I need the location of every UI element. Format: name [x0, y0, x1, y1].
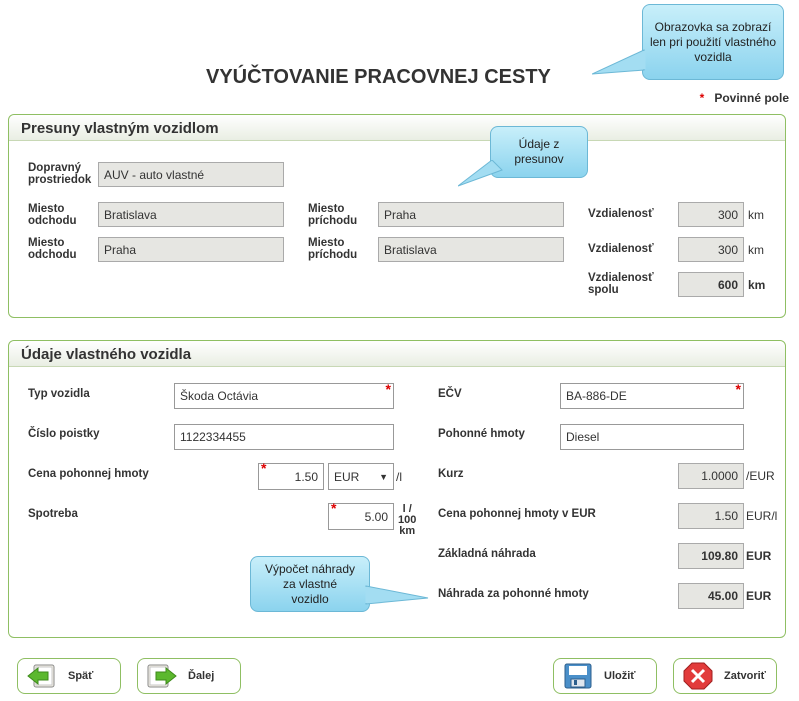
- base-comp-label: Základná náhrada: [438, 548, 536, 560]
- base-comp-field: 109.80: [678, 543, 744, 569]
- fuel-price-eur-unit: EUR/l: [746, 509, 778, 523]
- required-star: *: [331, 500, 337, 516]
- back-arrow-book-icon: [27, 664, 55, 688]
- consumption-label: Spotreba: [28, 508, 78, 520]
- rate-field: 1.0000: [678, 463, 744, 489]
- close-button[interactable]: Zatvoriť: [673, 658, 777, 694]
- screen-note-callout: Obrazovka sa zobrazí len pri použití vla…: [642, 4, 784, 80]
- save-floppy-icon: [564, 663, 592, 689]
- distance-unit-1: km: [748, 208, 764, 222]
- consumption-input[interactable]: * 5.00: [328, 500, 394, 530]
- required-legend: * Povinné pole: [700, 91, 789, 105]
- calc-note-callout-tail: [365, 585, 429, 605]
- fuel-input[interactable]: Diesel: [560, 424, 744, 450]
- distance-total-unit: km: [748, 278, 766, 292]
- base-comp-unit: EUR: [746, 549, 772, 563]
- distance-label-1: Vzdialenosť: [588, 208, 654, 220]
- plate-label: EČV: [438, 388, 462, 400]
- rate-label: Kurz: [438, 468, 464, 480]
- close-x-icon: [683, 662, 713, 690]
- fuel-comp-field: 45.00: [678, 583, 744, 609]
- fuel-price-label: Cena pohonnej hmoty: [28, 468, 149, 480]
- vehicle-panel-title: Údaje vlastného vozidla: [21, 346, 192, 363]
- consumption-unit: l / 100 km: [398, 503, 417, 537]
- arrival-label-2: Miesto príchodu: [308, 237, 358, 261]
- arrival-field-2[interactable]: Bratislava: [378, 237, 564, 262]
- currency-select[interactable]: EUR ▼: [328, 463, 394, 490]
- dropdown-arrow-icon: ▼: [379, 471, 388, 482]
- fuel-price-eur-field: 1.50: [678, 503, 744, 529]
- plate-input[interactable]: BA-886-DE *: [560, 381, 744, 409]
- rate-unit: /EUR: [746, 469, 775, 483]
- vehicle-type-label: Typ vozidla: [28, 388, 90, 400]
- fuel-comp-unit: EUR: [746, 589, 772, 603]
- departure-label-2: Miesto odchodu: [28, 237, 77, 261]
- vehicle-type-input[interactable]: Škoda Octávia *: [174, 381, 394, 409]
- distance-total-field: 600: [678, 272, 744, 297]
- calc-note-callout: Výpočet náhrady za vlastné vozidlo: [250, 556, 370, 612]
- required-star: *: [385, 381, 391, 397]
- save-button[interactable]: Uložiť: [553, 658, 657, 694]
- fuel-price-eur-label: Cena pohonnej hmoty v EUR: [438, 508, 596, 520]
- distance-field-2[interactable]: 300: [678, 237, 744, 262]
- trips-note-callout-tail: [458, 160, 503, 187]
- transport-label: Dopravný prostriedok: [28, 162, 92, 186]
- distance-label-2: Vzdialenosť: [588, 243, 654, 255]
- policy-label: Číslo poistky: [28, 428, 100, 440]
- back-button[interactable]: Späť: [17, 658, 121, 694]
- per-liter-unit: /l: [396, 470, 402, 484]
- next-arrow-book-icon: [147, 664, 177, 688]
- departure-field-2[interactable]: Praha: [98, 237, 284, 262]
- distance-field-1[interactable]: 300: [678, 202, 744, 227]
- trips-note-callout: Údaje z presunov: [490, 126, 588, 178]
- trips-panel-title: Presuny vlastným vozidlom: [21, 120, 219, 137]
- departure-field-1[interactable]: Bratislava: [98, 202, 284, 227]
- required-star: *: [261, 460, 267, 476]
- policy-input[interactable]: 1122334455: [174, 424, 394, 450]
- fuel-comp-label: Náhrada za pohonné hmoty: [438, 588, 589, 600]
- fuel-label: Pohonné hmoty: [438, 428, 525, 440]
- transport-field[interactable]: AUV - auto vlastné: [98, 162, 284, 187]
- distance-total-label: Vzdialenosť spolu: [588, 272, 654, 296]
- arrival-label-1: Miesto príchodu: [308, 203, 358, 227]
- departure-label-1: Miesto odchodu: [28, 203, 77, 227]
- distance-unit-2: km: [748, 243, 764, 257]
- required-label: Povinné pole: [714, 91, 789, 105]
- screen-note-callout-tail: [592, 49, 646, 75]
- arrival-field-1[interactable]: Praha: [378, 202, 564, 227]
- required-star: *: [699, 91, 705, 105]
- fuel-price-input[interactable]: * 1.50: [258, 460, 324, 490]
- next-button[interactable]: Ďalej: [137, 658, 241, 694]
- required-star: *: [735, 381, 741, 397]
